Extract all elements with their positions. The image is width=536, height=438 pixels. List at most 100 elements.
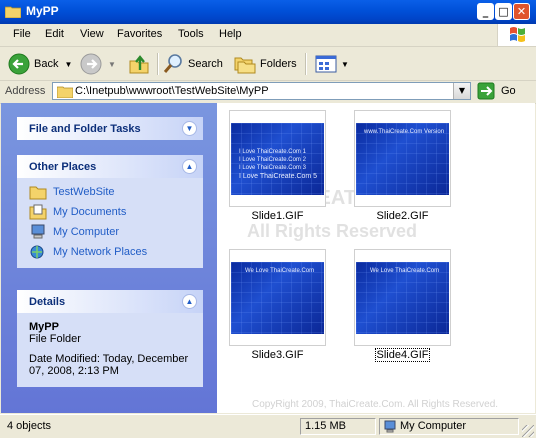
file-name-selected[interactable]: Slide4.GIF xyxy=(354,348,451,362)
standard-toolbar: Back ▼ ▼ Search Folders ▼ xyxy=(0,47,536,81)
menu-help[interactable]: Help xyxy=(219,28,242,40)
forward-arrow-icon xyxy=(80,53,102,75)
folders-button[interactable]: Folders xyxy=(234,51,297,77)
slide-image: www.ThaiCreate.Com Version xyxy=(356,123,449,195)
watermark-text: All Rights Reserved xyxy=(247,221,418,241)
folder-icon xyxy=(57,86,73,98)
address-dropdown-icon[interactable]: ▼ xyxy=(453,83,470,99)
file-name-label: Slide4.GIF xyxy=(374,348,431,362)
my-computer-icon xyxy=(31,224,45,239)
collapse-chevron-icon[interactable]: ▲ xyxy=(182,294,197,309)
resize-grip[interactable] xyxy=(522,425,534,437)
views-button[interactable]: ▼ xyxy=(314,51,349,77)
address-input[interactable]: C:\Inetpub\wwwroot\TestWebSite\MyPP ▼ xyxy=(52,82,471,100)
go-arrow-icon xyxy=(477,82,495,100)
forward-button[interactable]: ▼ xyxy=(80,51,116,77)
my-computer-icon xyxy=(384,420,396,433)
menu-view[interactable]: View xyxy=(80,28,104,40)
copyright-text: CopyRight 2009, ThaiCreate.Com. All Righ… xyxy=(252,399,499,410)
collapse-chevron-icon[interactable]: ▲ xyxy=(182,159,197,174)
details-modified-line1: Date Modified: Today, December xyxy=(29,353,189,365)
file-folder-tasks-title: File and Folder Tasks xyxy=(29,123,141,135)
slide-text: We Love ThaiCreate.Com xyxy=(370,268,440,274)
slide-text: I Love ThaiCreate.Com 3 xyxy=(239,165,306,171)
folders-label: Folders xyxy=(260,58,297,70)
folder-icon xyxy=(5,6,21,18)
file-thumbnail[interactable]: We Love ThaiCreate.Com xyxy=(354,249,451,346)
status-zone: My Computer xyxy=(379,418,519,435)
slide-image: We Love ThaiCreate.Com xyxy=(356,262,449,334)
details-header[interactable]: Details ▲ xyxy=(17,290,203,313)
my-documents-icon xyxy=(29,204,47,220)
other-place-label: My Documents xyxy=(53,206,127,218)
details-name: MyPP xyxy=(29,321,59,333)
file-folder-tasks-panel: File and Folder Tasks ▼ xyxy=(17,117,203,140)
menu-tools[interactable]: Tools xyxy=(178,28,204,40)
details-title: Details xyxy=(29,296,66,308)
other-place-my-network-places[interactable]: My Network Places xyxy=(29,242,191,262)
maximize-button[interactable]: □ xyxy=(495,3,512,20)
forward-dropdown-icon[interactable]: ▼ xyxy=(108,60,116,69)
address-label: Address xyxy=(5,85,46,97)
menu-bar: File Edit View Favorites Tools Help xyxy=(0,24,536,47)
close-button[interactable]: ✕ xyxy=(513,3,530,20)
folder-icon xyxy=(29,186,47,200)
network-places-icon xyxy=(30,245,44,259)
search-label: Search xyxy=(188,58,223,70)
file-view[interactable]: THAICREATE.COM All Rights Reserved I Lov… xyxy=(217,103,535,413)
address-value: C:\Inetpub\wwwroot\TestWebSite\MyPP xyxy=(75,85,269,97)
other-places-list: TestWebSite My Documents My Computer My … xyxy=(17,178,203,268)
file-name[interactable]: Slide1.GIF xyxy=(229,210,326,222)
windows-logo xyxy=(497,24,536,46)
back-dropdown-icon[interactable]: ▼ xyxy=(64,60,72,69)
file-thumbnail[interactable]: I Love ThaiCreate.Com 1 I Love ThaiCreat… xyxy=(229,110,326,207)
other-places-panel: Other Places ▲ TestWebSite My Documents … xyxy=(17,155,203,268)
file-name[interactable]: Slide2.GIF xyxy=(354,210,451,222)
folders-icon xyxy=(234,57,256,74)
other-place-my-computer[interactable]: My Computer xyxy=(29,222,191,242)
other-place-my-documents[interactable]: My Documents xyxy=(29,202,191,222)
menu-file[interactable]: File xyxy=(13,28,31,40)
windows-flag-icon xyxy=(510,27,525,42)
views-dropdown-icon[interactable]: ▼ xyxy=(341,60,349,69)
go-label: Go xyxy=(501,85,516,97)
status-bar: 4 objects 1.15 MB My Computer xyxy=(0,414,536,438)
title-bar[interactable]: MyPP _ □ ✕ xyxy=(0,0,536,24)
window-title: MyPP xyxy=(26,4,59,18)
back-button[interactable]: Back ▼ xyxy=(8,51,72,77)
other-place-label: My Network Places xyxy=(53,246,148,258)
file-name[interactable]: Slide3.GIF xyxy=(229,349,326,361)
slide-text: www.ThaiCreate.Com Version xyxy=(364,129,445,135)
details-modified-line2: 07, 2008, 2:13 PM xyxy=(29,365,119,377)
other-place-label: My Computer xyxy=(53,226,120,238)
other-place-label: TestWebSite xyxy=(53,186,115,198)
toolbar-separator xyxy=(305,53,307,75)
up-button[interactable] xyxy=(128,51,150,77)
status-size: 1.15 MB xyxy=(300,418,376,435)
other-places-header[interactable]: Other Places ▲ xyxy=(17,155,203,178)
file-folder-tasks-header[interactable]: File and Folder Tasks ▼ xyxy=(17,117,203,140)
slide-text: We Love ThaiCreate.Com xyxy=(245,268,315,274)
search-button[interactable]: Search xyxy=(162,51,223,77)
other-places-title: Other Places xyxy=(29,161,97,173)
slide-text: I Love ThaiCreate.Com 2 xyxy=(239,157,306,163)
address-bar: Address C:\Inetpub\wwwroot\TestWebSite\M… xyxy=(0,81,536,104)
expand-chevron-icon[interactable]: ▼ xyxy=(182,121,197,136)
task-pane: File and Folder Tasks ▼ Other Places ▲ T… xyxy=(1,103,217,413)
details-type: File Folder xyxy=(29,333,81,345)
status-zone-label: My Computer xyxy=(400,420,467,432)
search-icon xyxy=(163,54,182,73)
details-panel: Details ▲ MyPP File Folder Date Modified… xyxy=(17,290,203,387)
go-button[interactable]: Go xyxy=(477,82,516,100)
back-label: Back xyxy=(34,58,59,70)
minimize-button[interactable]: _ xyxy=(477,3,494,20)
slide-image: I Love ThaiCreate.Com 1 I Love ThaiCreat… xyxy=(231,123,324,195)
views-icon xyxy=(315,55,337,73)
other-place-testwebsite[interactable]: TestWebSite xyxy=(29,182,191,202)
menu-favorites[interactable]: Favorites xyxy=(117,28,162,40)
file-thumbnail[interactable]: www.ThaiCreate.Com Version xyxy=(354,110,451,207)
menu-edit[interactable]: Edit xyxy=(45,28,64,40)
file-thumbnail[interactable]: We Love ThaiCreate.Com xyxy=(229,249,326,346)
slide-text: I Love ThaiCreate.Com 5 xyxy=(239,173,318,180)
details-body: MyPP File Folder Date Modified: Today, D… xyxy=(17,313,203,387)
